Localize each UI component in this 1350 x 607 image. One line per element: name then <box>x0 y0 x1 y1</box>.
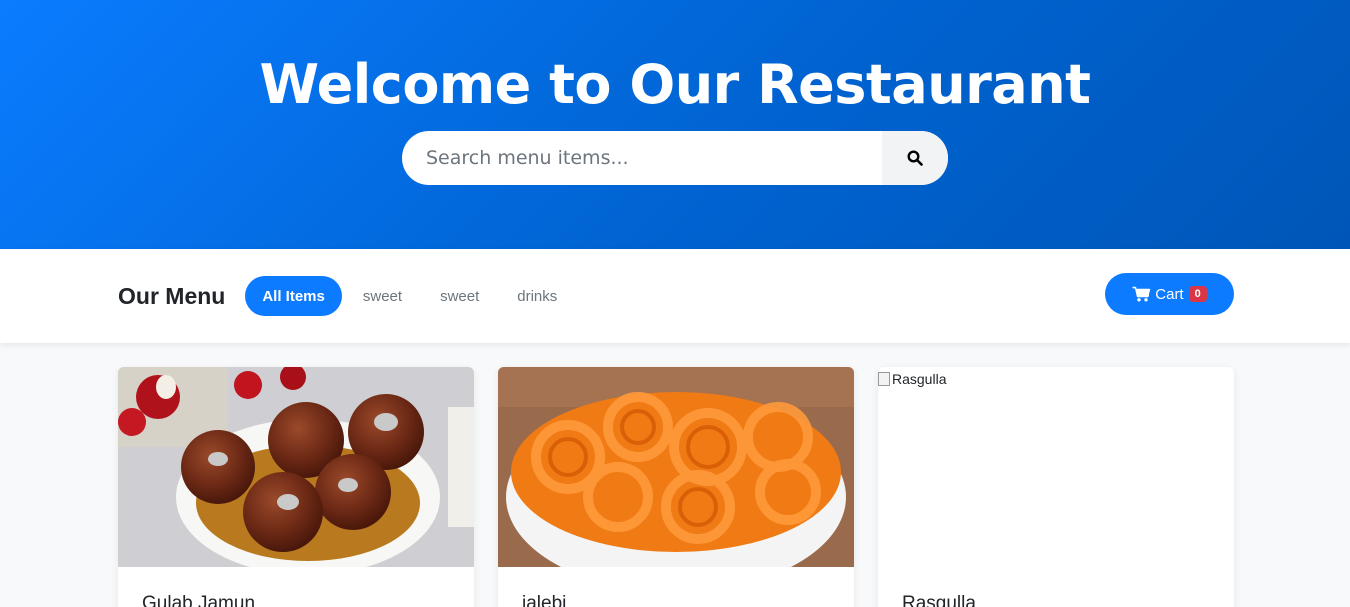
cart-count-badge: 0 <box>1188 286 1207 302</box>
menu-title: Our Menu <box>118 282 226 309</box>
gulab-jamun-photo <box>118 367 474 567</box>
rasgulla-broken-image: Rasgulla <box>878 367 1234 567</box>
hero-banner: Welcome to Our Restaurant <box>0 0 1350 249</box>
menu-toolbar: Our Menu All Items sweet sweet drinks Ca… <box>0 249 1350 343</box>
filter-drinks[interactable]: drinks <box>500 276 574 316</box>
search-input[interactable] <box>402 131 882 185</box>
broken-image: Rasgulla <box>878 371 946 387</box>
search-button[interactable] <box>882 131 948 185</box>
broken-image-icon <box>878 372 890 386</box>
menu-item-name: jalebi <box>522 593 567 607</box>
page-title: Welcome to Our Restaurant <box>259 53 1091 116</box>
cart-label: Cart <box>1155 285 1184 303</box>
menu-grid: Gulab Jamun jalebi Rasgulla Rasgulla <box>0 343 1350 607</box>
search-icon <box>907 150 923 166</box>
image-alt-text: Rasgulla <box>892 371 947 387</box>
search-bar <box>402 131 948 185</box>
menu-item-card[interactable]: jalebi <box>498 367 854 607</box>
filter-sweet[interactable]: sweet <box>346 276 419 316</box>
filter-all-items[interactable]: All Items <box>245 276 342 316</box>
menu-item-name: Rasgulla <box>902 593 976 607</box>
jalebi-photo <box>498 367 854 567</box>
menu-item-card[interactable]: Rasgulla Rasgulla <box>878 367 1234 607</box>
shopping-cart-icon <box>1132 286 1151 302</box>
filter-sweet-2[interactable]: sweet <box>423 276 496 316</box>
menu-item-name: Gulab Jamun <box>142 593 256 607</box>
menu-item-card[interactable]: Gulab Jamun <box>118 367 474 607</box>
cart-button[interactable]: Cart 0 <box>1105 273 1234 315</box>
